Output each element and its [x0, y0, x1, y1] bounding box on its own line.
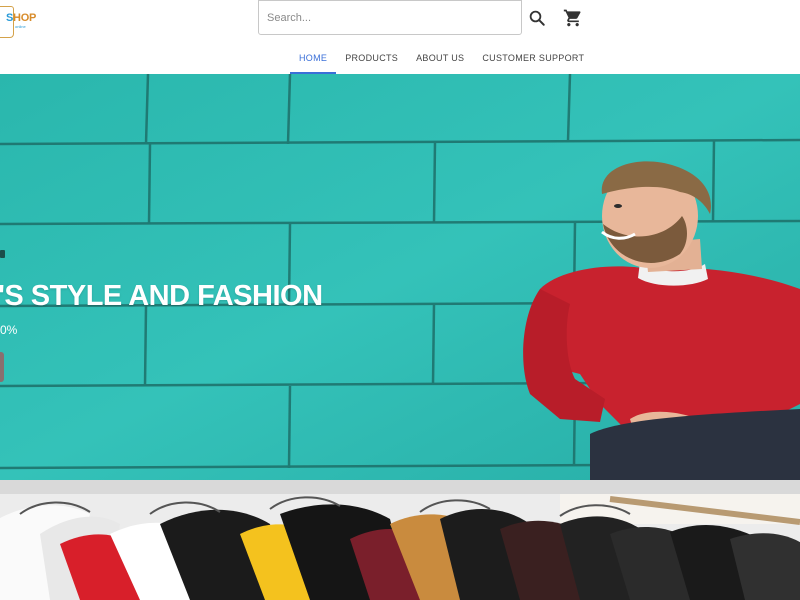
nav-about-us[interactable]: ABOUT US [407, 44, 473, 72]
main-nav: HOME PRODUCTS ABOUT US CUSTOMER SUPPORT [290, 44, 593, 74]
search-button[interactable] [527, 8, 547, 28]
nav-products[interactable]: PRODUCTS [336, 44, 407, 72]
logo-text: SHOP [6, 12, 36, 24]
hero-subtitle: 0% [0, 323, 18, 337]
shirts-on-hangers-photo [0, 494, 800, 600]
cart-button[interactable] [563, 8, 583, 28]
logo[interactable]: SHOP online [0, 2, 48, 42]
hero-banner: 'S STYLE AND FASHION 0% [0, 74, 800, 480]
carousel-prev-icon[interactable] [0, 250, 5, 258]
hero-shop-button[interactable] [0, 352, 4, 382]
nav-customer-support[interactable]: CUSTOMER SUPPORT [473, 44, 593, 72]
logo-subtext: online [15, 24, 26, 29]
cart-icon [563, 9, 581, 27]
search-icon [529, 10, 545, 26]
search-input[interactable] [259, 1, 515, 34]
hero-title: 'S STYLE AND FASHION [0, 280, 323, 312]
section-divider [0, 480, 800, 494]
nav-home[interactable]: HOME [290, 44, 337, 74]
clothing-rack-image [0, 494, 800, 600]
header: SHOP online HOME PRODUCTS ABOUT US CUSTO… [0, 0, 800, 74]
search-box [258, 0, 522, 35]
hero-image [0, 74, 800, 480]
